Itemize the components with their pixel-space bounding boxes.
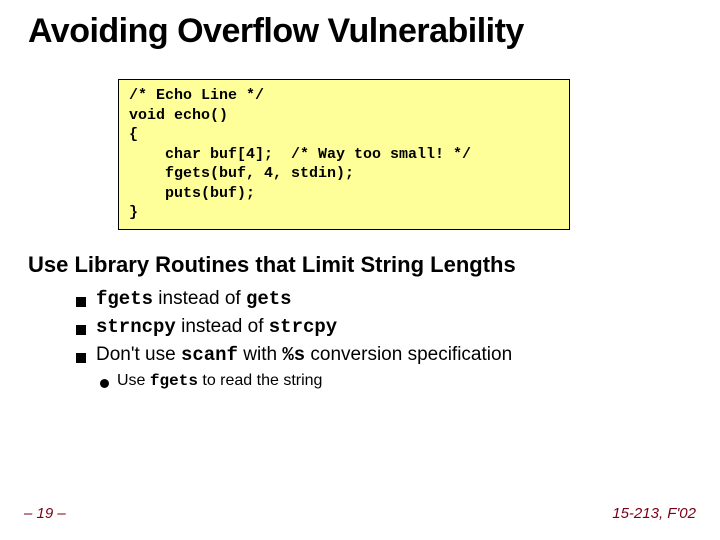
text-span: with [238, 344, 282, 365]
code-span: fgets [150, 372, 198, 390]
code-span: fgets [96, 288, 153, 310]
text-span: conversion specification [305, 344, 512, 365]
square-bullet-icon [76, 353, 86, 363]
code-span: strncpy [96, 316, 176, 338]
code-span: gets [246, 288, 292, 310]
code-span: scanf [181, 344, 238, 366]
bullet-text: strncpy instead of strcpy [96, 316, 337, 338]
text-span: Don't use [96, 344, 181, 365]
bullet-text: Use fgets to read the string [117, 372, 322, 390]
sub-bullet-item: Use fgets to read the string [100, 372, 692, 390]
bullet-item: Don't use scanf with %s conversion speci… [76, 344, 692, 366]
section-heading: Use Library Routines that Limit String L… [28, 252, 692, 278]
course-tag: 15-213, F'02 [612, 505, 696, 522]
slide: Avoiding Overflow Vulnerability /* Echo … [0, 0, 720, 540]
code-span: %s [282, 344, 305, 366]
code-span: strcpy [269, 316, 337, 338]
bullet-list: fgets instead of gets strncpy instead of… [76, 288, 692, 390]
square-bullet-icon [76, 325, 86, 335]
text-span: to read the string [198, 372, 323, 389]
bullet-item: strncpy instead of strcpy [76, 316, 692, 338]
text-span: Use [117, 372, 150, 389]
text-span: instead of [153, 288, 246, 309]
bullet-item: fgets instead of gets [76, 288, 692, 310]
text-span: instead of [176, 316, 269, 337]
circle-bullet-icon [100, 379, 109, 388]
slide-title: Avoiding Overflow Vulnerability [28, 12, 692, 51]
square-bullet-icon [76, 297, 86, 307]
code-block: /* Echo Line */ void echo() { char buf[4… [118, 79, 570, 230]
bullet-text: Don't use scanf with %s conversion speci… [96, 344, 512, 366]
page-number: – 19 – [24, 505, 66, 522]
bullet-text: fgets instead of gets [96, 288, 292, 310]
